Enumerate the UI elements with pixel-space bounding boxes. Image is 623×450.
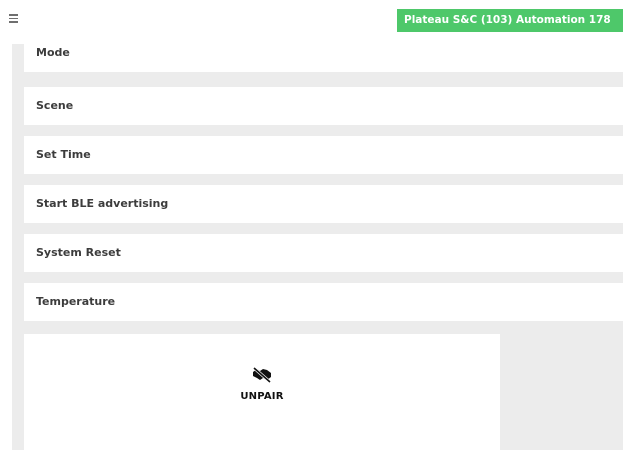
settings-item-label: Scene xyxy=(36,99,74,112)
settings-item-label: Set Time xyxy=(36,148,91,161)
settings-panel: Mode Scene Set Time Start BLE advertisin… xyxy=(12,44,623,450)
settings-item-label: Temperature xyxy=(36,295,116,308)
unpair-card: UNPAIR xyxy=(24,334,500,450)
settings-item-temperature[interactable]: Temperature xyxy=(24,283,623,321)
unpair-label: UNPAIR xyxy=(240,391,284,402)
settings-item-system-reset[interactable]: System Reset xyxy=(24,234,623,272)
unpair-button[interactable]: UNPAIR xyxy=(232,366,292,418)
settings-item-mode[interactable]: Mode xyxy=(24,44,623,72)
device-title-badge: Plateau S&C (103) Automation 178 xyxy=(397,9,623,32)
unpair-icon xyxy=(253,366,271,384)
hamburger-menu-icon[interactable] xyxy=(8,11,22,25)
settings-item-set-time[interactable]: Set Time xyxy=(24,136,623,174)
top-bar: Plateau S&C (103) Automation 178 xyxy=(0,0,623,44)
settings-item-label: Mode xyxy=(36,46,70,59)
settings-item-scene[interactable]: Scene xyxy=(24,87,623,125)
settings-item-label: Start BLE advertising xyxy=(36,197,169,210)
settings-item-label: System Reset xyxy=(36,246,121,259)
settings-item-start-ble-advertising[interactable]: Start BLE advertising xyxy=(24,185,623,223)
